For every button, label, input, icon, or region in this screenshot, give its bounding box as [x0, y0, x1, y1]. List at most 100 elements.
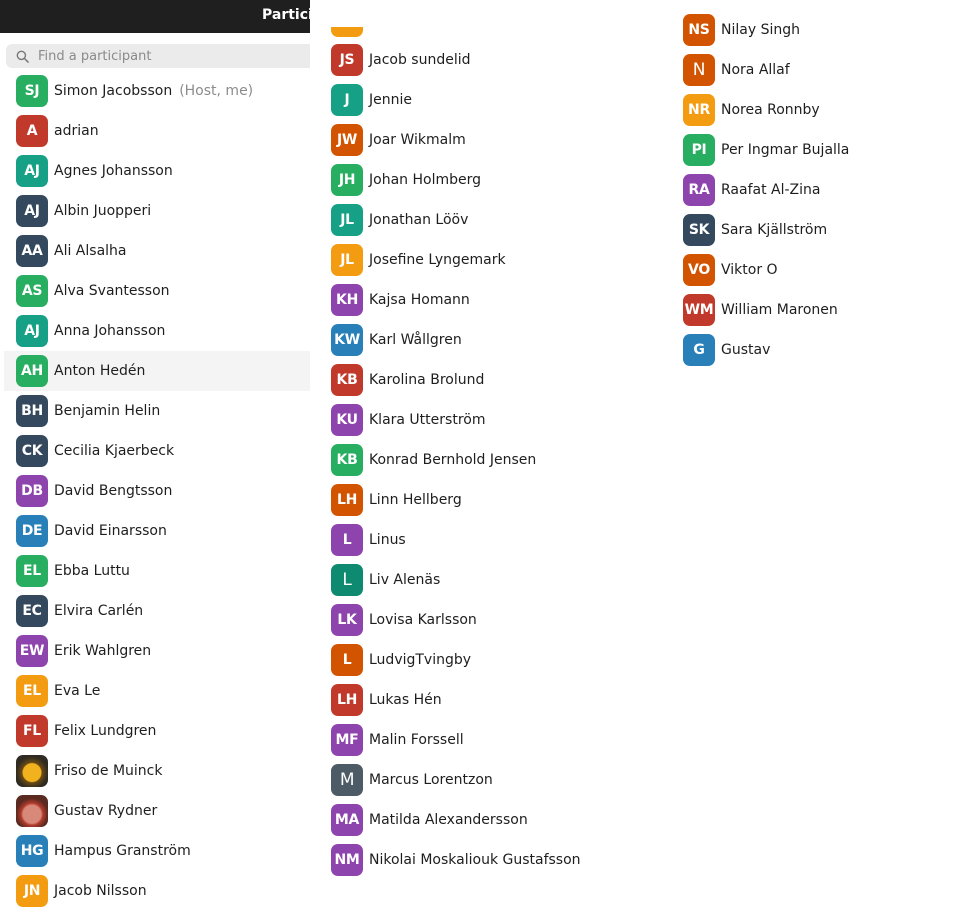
participant-row[interactable]: DB David Bengtsson [4, 471, 310, 511]
participant-row[interactable]: JN Jacob Nilsson [4, 871, 310, 911]
participant-name: Cecilia Kjaerbeck [54, 443, 175, 459]
participant-row[interactable]: WM William Maronen [671, 290, 961, 330]
participant-row[interactable]: L Linus [319, 520, 649, 560]
participant-row[interactable]: L Liv Alenäs [319, 560, 649, 600]
avatar: G [683, 334, 715, 366]
avatar: HG [16, 835, 48, 867]
participant-row[interactable]: KB Konrad Bernhold Jensen [319, 440, 649, 480]
participant-name: Eva Le [54, 683, 101, 699]
avatar: KB [331, 444, 363, 476]
participant-row[interactable]: KH Kajsa Homann [319, 280, 649, 320]
participant-search-box[interactable] [6, 44, 310, 68]
participant-row[interactable]: EL Ebba Luttu [4, 551, 310, 591]
participant-name: William Maronen [721, 302, 838, 318]
participant-row[interactable]: KW Karl Wållgren [319, 320, 649, 360]
participant-name: Albin Juopperi [54, 203, 152, 219]
participant-name: Gustav Rydner [54, 803, 158, 819]
participant-name: Konrad Bernhold Jensen [369, 452, 537, 468]
participant-role: (Host, me) [179, 83, 254, 99]
participant-name: Jonathan Lööv [369, 212, 469, 228]
participant-row[interactable]: EC Elvira Carlén [4, 591, 310, 631]
avatar: CK [16, 435, 48, 467]
participant-row[interactable]: G Gustav [671, 330, 961, 370]
participant-name: Klara Utterström [369, 412, 486, 428]
participant-row[interactable]: JS Jacob sundelid [319, 40, 649, 80]
participant-row[interactable]: MA Matilda Alexandersson [319, 800, 649, 840]
avatar: WM [683, 294, 715, 326]
participant-row[interactable]: AJ Albin Juopperi [4, 191, 310, 231]
participant-row[interactable]: SK Sara Kjällström [671, 210, 961, 250]
participant-name: Nora Allaf [721, 62, 790, 78]
participant-row[interactable]: Aadrian [4, 111, 310, 151]
participant-row[interactable]: NR Norea Ronnby [671, 90, 961, 130]
participant-row[interactable]: EL Eva Le [4, 671, 310, 711]
participant-row[interactable]: CK Cecilia Kjaerbeck [4, 431, 310, 471]
participant-list-column-3: NS Nilay Singh N Nora Allaf NR Norea Ronnby PI… [671, 10, 961, 370]
participant-row[interactable]: AJ Anna Johansson [4, 311, 310, 351]
participant-name: Felix Lundgren [54, 723, 157, 739]
participant-row[interactable]: AH Anton Hedén [4, 351, 310, 391]
avatar: KH [331, 284, 363, 316]
avatar: NR [683, 94, 715, 126]
avatar: DE [16, 515, 48, 547]
participant-row[interactable]: L LudvigTvingby [319, 640, 649, 680]
participant-row[interactable]: LK Lovisa Karlsson [319, 600, 649, 640]
participant-name: Kajsa Homann [369, 292, 470, 308]
participant-name: Norea Ronnby [721, 102, 820, 118]
participant-name: Nikolai Moskaliouk Gustafsson [369, 852, 581, 868]
participant-name: Lukas Hén [369, 692, 442, 708]
participant-row[interactable]: KU Klara Utterström [319, 400, 649, 440]
search-input[interactable] [38, 48, 288, 64]
participant-row[interactable]: AA Ali Alsalha [4, 231, 310, 271]
avatar [16, 755, 48, 787]
avatar: BH [16, 395, 48, 427]
avatar: FL [16, 715, 48, 747]
participant-row[interactable]: KB Karolina Brolund [319, 360, 649, 400]
avatar: EL [16, 555, 48, 587]
avatar: JN [16, 875, 48, 907]
participant-name: LudvigTvingby [369, 652, 472, 668]
avatar: AH [16, 355, 48, 387]
avatar: MA [331, 804, 363, 836]
avatar: L [331, 564, 363, 596]
participant-row[interactable]: JW Joar Wikmalm [319, 120, 649, 160]
participant-row[interactable]: M Marcus Lorentzon [319, 760, 649, 800]
avatar: L [331, 524, 363, 556]
participant-name: Jacob Nilsson [54, 883, 147, 899]
avatar: JS [331, 44, 363, 76]
participant-row[interactable]: LH Linn Hellberg [319, 480, 649, 520]
participant-row[interactable]: JH Johan Holmberg [319, 160, 649, 200]
participant-row[interactable]: FL Felix Lundgren [4, 711, 310, 751]
avatar: SJ [16, 75, 48, 107]
participant-row[interactable]: EW Erik Wahlgren [4, 631, 310, 671]
participant-row[interactable]: RA Raafat Al-Zina [671, 170, 961, 210]
participant-row[interactable]: AS Alva Svantesson [4, 271, 310, 311]
participant-row[interactable]: NM Nikolai Moskaliouk Gustafsson [319, 840, 649, 880]
participant-row[interactable]: HG Hampus Granström [4, 831, 310, 871]
avatar: AJ [16, 195, 48, 227]
participant-name: Erik Wahlgren [54, 643, 152, 659]
participant-row[interactable]: LH Lukas Hén [319, 680, 649, 720]
participant-row[interactable]: N Nora Allaf [671, 50, 961, 90]
participant-row[interactable]: PI Per Ingmar Bujalla [671, 130, 961, 170]
participant-name: Liv Alenäs [369, 572, 441, 588]
participants-header: Particip [0, 0, 310, 33]
participant-row[interactable]: JL Josefine Lyngemark [319, 240, 649, 280]
participant-row[interactable]: Friso de Muinck [4, 751, 310, 791]
participant-row[interactable]: SJ Simon Jacobsson (Host, me) [4, 71, 310, 111]
participant-row[interactable]: AJ Agnes Johansson [4, 151, 310, 191]
participant-row[interactable]: NS Nilay Singh [671, 10, 961, 50]
participant-name: Raafat Al-Zina [721, 182, 821, 198]
avatar: MF [331, 724, 363, 756]
participant-row[interactable]: MF Malin Forssell [319, 720, 649, 760]
participant-row[interactable]: J Jennie [319, 80, 649, 120]
avatar: JL [331, 244, 363, 276]
participant-row[interactable]: DE David Einarsson [4, 511, 310, 551]
avatar: PI [683, 134, 715, 166]
participant-row[interactable]: VO Viktor O [671, 250, 961, 290]
participant-row[interactable]: Gustav Rydner [4, 791, 310, 831]
participant-row[interactable]: BH Benjamin Helin [4, 391, 310, 431]
participant-row[interactable]: JL Jonathan Lööv [319, 200, 649, 240]
avatar: LH [331, 684, 363, 716]
participant-name: Gustav [721, 342, 771, 358]
